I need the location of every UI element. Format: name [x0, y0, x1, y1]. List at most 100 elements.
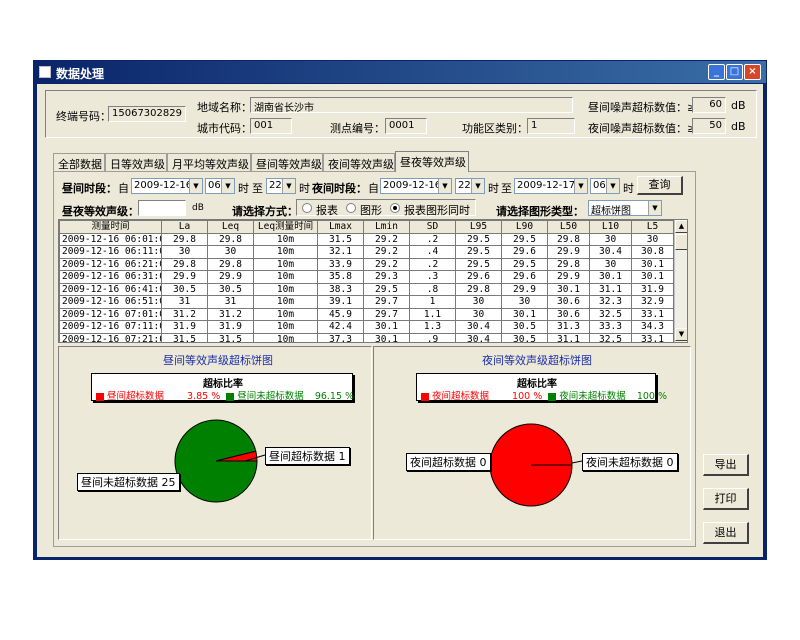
table-cell: 29.3	[363, 270, 410, 284]
night-from-date-select[interactable]: 2009-12-16 ▼	[380, 178, 452, 194]
tab-monthly-avg-leq[interactable]: 月平均等效声级	[167, 153, 251, 171]
exit-button[interactable]: 退出	[703, 522, 749, 544]
table-cell: .9	[409, 332, 456, 342]
col-header[interactable]: SD	[409, 220, 456, 234]
col-header[interactable]: L95	[455, 220, 502, 234]
tab-all-data[interactable]: 全部数据	[53, 153, 105, 171]
table-cell: 29.8	[455, 282, 502, 296]
table-cell: 30.1	[363, 320, 410, 334]
tab-day-night-leq[interactable]: 昼夜等效声级	[395, 151, 469, 172]
cell-time: 2009-12-16 07:01:02	[59, 307, 162, 321]
vertical-scrollbar[interactable]: ▲ ▼	[674, 220, 687, 342]
table-cell: 30	[589, 257, 632, 271]
table-cell: .3	[409, 270, 456, 284]
table-cell: 32.9	[631, 295, 674, 309]
app-icon	[39, 66, 51, 78]
day-to-hour-select[interactable]: 22 ▼	[266, 178, 296, 194]
table-cell: 33.9	[317, 257, 364, 271]
col-header[interactable]: L10	[589, 220, 632, 234]
print-button[interactable]: 打印	[703, 488, 749, 510]
hour-unit-2: 时	[299, 182, 310, 195]
chart-type-select[interactable]: 超标饼图 ▼	[588, 200, 662, 216]
scroll-thumb[interactable]	[675, 234, 687, 250]
table-cell: 31.5	[161, 332, 208, 342]
maximize-button[interactable]: □	[726, 64, 743, 80]
tab-day-leq[interactable]: 昼间等效声级	[251, 153, 323, 171]
table-cell: 30	[589, 232, 632, 246]
tab-night-leq[interactable]: 夜间等效声级	[323, 153, 395, 171]
mode-report-label[interactable]: 报表	[316, 202, 338, 218]
tab-daily-leq[interactable]: 日等效声级	[105, 153, 167, 171]
mode-chart-label[interactable]: 图形	[360, 202, 382, 218]
ldn-unit: dB	[192, 203, 204, 213]
table-row[interactable]: 2009-12-16 07:21:02 31.5 31.5 10m 37.3 30.1.9…	[59, 332, 674, 342]
ldn-label: 昼夜等效声级：	[62, 205, 139, 218]
terminal-field: 15067302829	[108, 106, 186, 122]
mode-both-radio[interactable]	[390, 203, 400, 213]
region-field: 湖南省长沙市	[250, 97, 573, 114]
query-button[interactable]: 查询	[637, 176, 683, 195]
table-cell: .8	[409, 282, 456, 296]
table-cell: 35.8	[317, 270, 364, 284]
table-cell: 29.9	[547, 270, 590, 284]
table-row[interactable]: 2009-12-16 06:21:02 29.8 29.8 10m 33.9 29.2.2…	[59, 257, 674, 271]
table-cell: 29.7	[363, 307, 410, 321]
table-cell: 31.2	[161, 307, 208, 321]
col-header[interactable]: L90	[501, 220, 548, 234]
col-header[interactable]: 测量时间	[59, 220, 162, 234]
night-from-hour-select[interactable]: 22 ▼	[455, 178, 485, 194]
site-field: 0001	[385, 118, 427, 134]
ldn-field[interactable]	[138, 200, 186, 216]
table-cell: 33.1	[631, 332, 674, 342]
night-to-date-select[interactable]: 2009-12-17 ▼	[514, 178, 588, 194]
mode-report-radio[interactable]	[302, 203, 312, 213]
night-to-date-value: 2009-12-17	[517, 180, 576, 191]
cell-time: 2009-12-16 06:51:02	[59, 295, 162, 309]
cell-time: 2009-12-16 06:21:02	[59, 257, 162, 271]
night-limit-unit: dB	[731, 120, 746, 133]
day-from-hour-select[interactable]: 06 ▼	[205, 178, 235, 194]
col-header[interactable]: Leq	[207, 220, 254, 234]
table-cell: 29.5	[455, 245, 502, 259]
export-button[interactable]: 导出	[703, 454, 749, 476]
table-row[interactable]: 2009-12-16 07:01:02 31.2 31.2 10m 45.9 29.7 1.…	[59, 307, 674, 321]
table-row[interactable]: 2009-12-16 06:51:02 31 31 10m 39.1 29.7 1 30 30 3…	[59, 295, 674, 309]
col-header[interactable]: Lmax	[317, 220, 364, 234]
table-cell: 29.9	[161, 270, 208, 284]
col-header[interactable]: Leq测量时间	[253, 220, 318, 234]
table-row[interactable]: 2009-12-16 06:01:02 29.8 29.8 10m 31.5 29.2.2…	[59, 232, 674, 246]
arrow-down-icon[interactable]: ▼	[675, 328, 687, 341]
night-to-hour-select[interactable]: 06 ▼	[590, 178, 620, 194]
table-cell: 10m	[253, 307, 318, 321]
table-row[interactable]: 2009-12-16 06:31:02 29.9 29.9 10m 35.8 29.3.3…	[59, 270, 674, 284]
chart-type-label: 请选择图形类型：	[496, 205, 584, 218]
minimize-button[interactable]: _	[708, 64, 725, 80]
title-bar[interactable]: 数据处理 _ □ ×	[34, 61, 766, 83]
arrow-up-icon[interactable]: ▲	[675, 220, 687, 233]
mode-chart-radio[interactable]	[346, 203, 356, 213]
table-row[interactable]: 2009-12-16 06:41:02 30.5 30.5 10m 38.3 29.5.8…	[59, 282, 674, 296]
cell-time: 2009-12-16 06:31:02	[59, 270, 162, 284]
table-row[interactable]: 2009-12-16 06:11:02 30 30 10m 32.1 29.2.4 29.5…	[59, 245, 674, 259]
table-row[interactable]: 2009-12-16 07:11:02 31.9 31.9 10m 42.4 30.1 1.…	[59, 320, 674, 334]
site-label: 测点编号：	[330, 122, 385, 135]
window-title: 数据处理	[56, 67, 105, 81]
data-grid[interactable]: 测量时间 La Leq Leq测量时间 Lmax Lmin SD L95 L90…	[58, 219, 688, 343]
day-to-text: 至	[252, 182, 263, 195]
close-button[interactable]: ×	[744, 64, 761, 80]
mode-both-label[interactable]: 报表图形同时	[404, 202, 470, 218]
table-cell: 32.3	[589, 295, 632, 309]
night-from-date-value: 2009-12-16	[383, 180, 442, 191]
chevron-down-icon: ▼	[574, 179, 587, 193]
table-cell: 29.9	[207, 270, 254, 284]
chevron-down-icon: ▼	[648, 201, 661, 215]
col-header[interactable]: Lmin	[363, 220, 410, 234]
col-header[interactable]: La	[161, 220, 208, 234]
day-from-date-select[interactable]: 2009-12-16 ▼	[131, 178, 203, 194]
table-cell: 37.3	[317, 332, 364, 342]
day-limit-field: 60	[692, 97, 726, 113]
col-header[interactable]: L50	[547, 220, 590, 234]
table-cell: 30	[631, 232, 674, 246]
table-cell: 29.5	[455, 232, 502, 246]
col-header[interactable]: L5	[631, 220, 674, 234]
